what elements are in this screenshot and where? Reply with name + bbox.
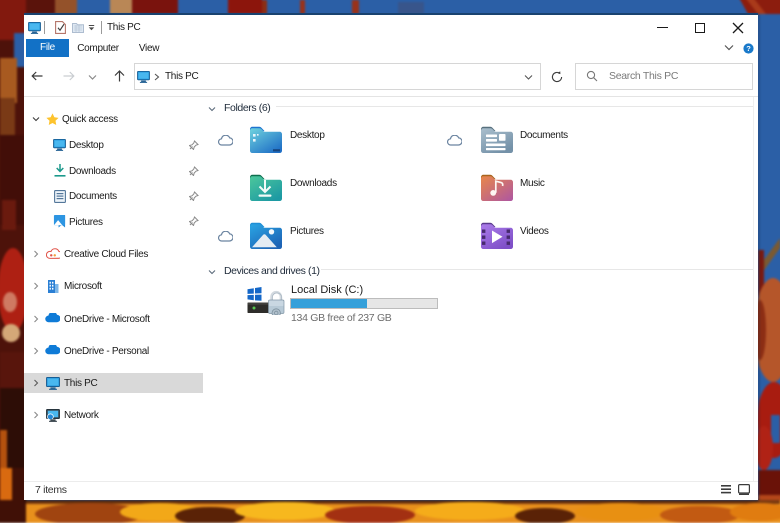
svg-text:?: ? <box>746 44 751 53</box>
